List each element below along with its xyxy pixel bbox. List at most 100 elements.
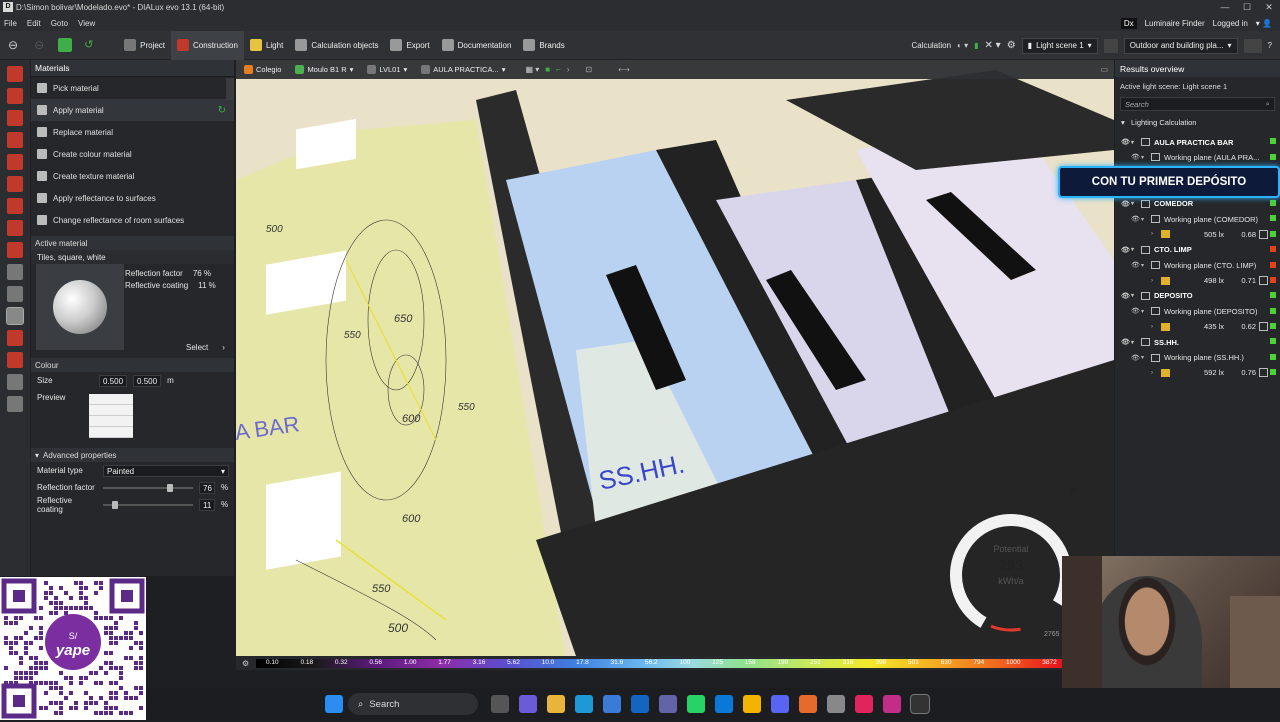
menu-goto[interactable]: Goto [51, 19, 68, 28]
menu-file[interactable]: File [4, 19, 17, 28]
result-room-row[interactable]: 👁 ▾ SS.HH. [1115, 334, 1280, 349]
graph-icon[interactable] [1259, 368, 1268, 378]
chevron-down-icon[interactable]: ▾ [1131, 339, 1141, 346]
luminaire-finder-icon[interactable]: Dx [1120, 17, 1137, 29]
github-icon[interactable] [827, 695, 845, 713]
logged-in-menu[interactable]: Logged in [1213, 19, 1248, 28]
dialux-taskbar-icon[interactable] [910, 694, 930, 714]
chevron-down-icon[interactable]: ▾ [1131, 139, 1141, 146]
create-colour-material-item[interactable]: Create colour material [31, 143, 234, 165]
breadcrumb-room[interactable]: AULA PRACTICA... ▾ [417, 65, 509, 74]
user-icon[interactable]: ▾ 👤 [1256, 19, 1272, 28]
scene-options-icon[interactable] [1103, 38, 1118, 53]
chevron-down-icon[interactable]: ▾ [1141, 154, 1151, 161]
whatsapp-icon[interactable] [687, 695, 705, 713]
discord-icon[interactable] [771, 695, 789, 713]
view-plan-icon[interactable]: ⌐ [556, 65, 561, 74]
tool-icon-16[interactable] [7, 396, 23, 412]
outdoor-building-select[interactable]: Outdoor and building pla... ▾ [1123, 37, 1238, 54]
result-plane-row[interactable]: 👁 ▾ Working plane (DEPOSITO) [1115, 304, 1280, 319]
result-value-row[interactable]: › 435 lx 0.62 [1115, 319, 1280, 334]
close-gauge-icon[interactable]: ✕ [1068, 484, 1078, 498]
store-icon[interactable] [603, 695, 621, 713]
visibility-eye-icon[interactable]: 👁 [1131, 215, 1140, 223]
back-icon[interactable]: ⊖ [8, 38, 18, 52]
panel-scroll-strip[interactable] [226, 78, 234, 100]
tool-icon-9[interactable] [7, 242, 23, 258]
coating-slider-knob[interactable] [112, 500, 119, 509]
vscode-icon[interactable] [715, 695, 733, 713]
close-window-button[interactable]: ✕ [1258, 0, 1280, 15]
tab-project[interactable]: Project [118, 31, 171, 60]
tool-icon-3[interactable] [7, 110, 23, 126]
tool-icon-6[interactable] [7, 176, 23, 192]
tool-icon-10[interactable] [7, 264, 23, 280]
zoom-fit-icon[interactable]: ⊡ [585, 65, 592, 74]
result-value-row[interactable]: › 498 lx 0.71 [1115, 273, 1280, 288]
result-value-row[interactable]: › 592 lx 0.76 [1115, 365, 1280, 380]
result-room-row[interactable]: 👁 ▾ AULA PRACTICA BAR [1115, 134, 1280, 149]
apply-reflectance-item[interactable]: Apply reflectance to surfaces [31, 187, 234, 209]
menu-edit[interactable]: Edit [27, 19, 41, 28]
undo-icon[interactable]: ↺ [84, 38, 98, 52]
result-plane-row[interactable]: 👁 ▾ Working plane (CTO. LIMP) [1115, 258, 1280, 273]
tool-icon-7[interactable] [7, 198, 23, 214]
tab-construction[interactable]: Construction [171, 30, 244, 60]
reflection-slider-knob[interactable] [166, 483, 173, 492]
tool-icon-14[interactable] [7, 352, 23, 368]
task-view-icon[interactable] [491, 695, 509, 713]
paint-icon[interactable] [799, 695, 817, 713]
graph-icon[interactable] [1259, 322, 1268, 332]
adv-coating-input[interactable]: 11 [199, 498, 215, 511]
chevron-right-icon[interactable]: › [1151, 324, 1161, 330]
tab-documentation[interactable]: Documentation [436, 31, 518, 60]
chevron-right-icon[interactable]: › [1151, 278, 1161, 284]
chevron-down-icon[interactable]: ▾ [1141, 216, 1151, 223]
start-icon[interactable] [325, 695, 343, 713]
tool-icon-4[interactable] [7, 132, 23, 148]
tool-icon-1[interactable] [7, 66, 23, 82]
graph-icon[interactable] [1259, 275, 1268, 285]
refresh-icon[interactable]: ↻ [218, 105, 226, 116]
copilot-icon[interactable] [519, 695, 537, 713]
visibility-eye-icon[interactable]: 👁 [1131, 153, 1140, 161]
breadcrumb-level[interactable]: LVL01 ▾ [363, 65, 411, 74]
tool-icon-13[interactable] [7, 330, 23, 346]
tool-icon-15[interactable] [7, 374, 23, 390]
outlook-icon[interactable] [631, 695, 649, 713]
results-search-input[interactable]: Search ⌕ [1120, 97, 1275, 111]
chrome-icon[interactable] [743, 695, 761, 713]
chevron-right-icon[interactable]: › [1151, 231, 1161, 237]
visibility-eye-icon[interactable]: 👁 [1121, 200, 1130, 208]
tiktok-icon[interactable] [855, 695, 873, 713]
result-plane-row[interactable]: 👁 ▾ Working plane (SS.HH.) [1115, 350, 1280, 365]
view-green-icon[interactable]: ■ [545, 65, 550, 74]
tab-export[interactable]: Export [384, 31, 435, 60]
chevron-down-icon[interactable]: ▾ [1141, 262, 1151, 269]
grid-icon[interactable]: ▦ ▾ [526, 65, 540, 74]
replace-material-item[interactable]: Replace material [31, 121, 234, 143]
taskbar-search[interactable]: ⌕ Search [348, 693, 478, 715]
save-icon[interactable] [58, 38, 73, 52]
pick-material-item[interactable]: Pick material [31, 77, 234, 99]
material-type-select[interactable]: Painted ▾ [103, 464, 229, 477]
chevron-down-icon[interactable]: ▾ [1141, 308, 1151, 315]
minimize-button[interactable]: — [1214, 0, 1236, 15]
result-room-row[interactable]: 👁 ▾ DEPOSITO [1115, 288, 1280, 303]
chevron-down-icon[interactable]: ▾ [1131, 200, 1141, 207]
maximize-button[interactable]: ☐ [1236, 0, 1258, 15]
adv-reflection-input[interactable]: 76 [199, 481, 215, 494]
play-icon[interactable]: › [567, 65, 570, 74]
visibility-eye-icon[interactable]: 👁 [1131, 261, 1140, 269]
lighting-calc-root[interactable]: ▾ Lighting Calculation [1115, 115, 1280, 130]
visibility-eye-icon[interactable]: 👁 [1131, 307, 1140, 315]
light-scene-select[interactable]: ▮ Light scene 1 ▾ [1021, 37, 1098, 54]
result-plane-row[interactable]: 👁 ▾ Working plane (AULA PRA... [1115, 150, 1280, 165]
tool-icon-8[interactable] [7, 220, 23, 236]
visibility-eye-icon[interactable]: 👁 [1131, 354, 1140, 362]
calculation-label[interactable]: Calculation [911, 41, 951, 50]
chevron-down-icon[interactable]: ▾ [1141, 354, 1151, 361]
change-reflectance-item[interactable]: Change reflectance of room surfaces [31, 209, 234, 231]
advanced-properties-header[interactable]: ▾ Advanced properties [31, 448, 234, 462]
menu-view[interactable]: View [78, 19, 95, 28]
